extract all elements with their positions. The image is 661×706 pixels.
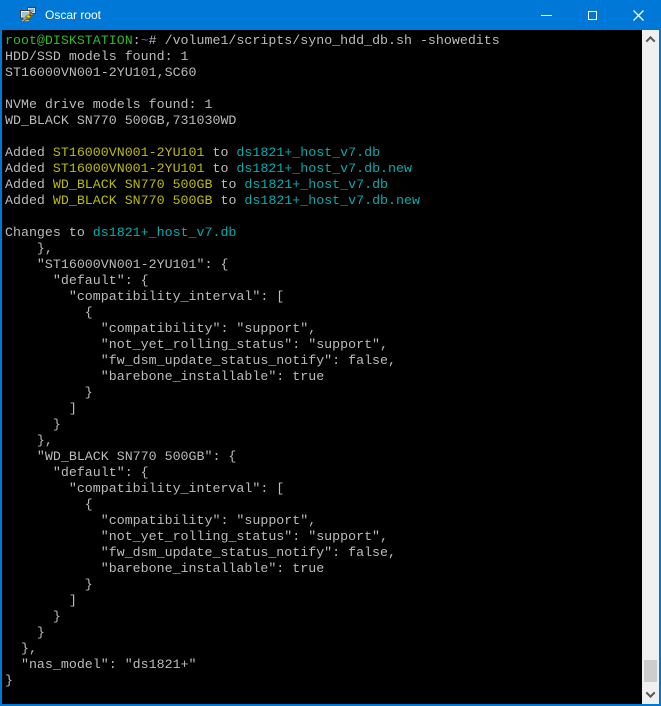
window-title: Oscar root xyxy=(45,8,523,22)
scroll-down-button[interactable] xyxy=(642,686,659,703)
terminal-line: }, xyxy=(5,641,642,657)
scrollbar-thumb[interactable] xyxy=(644,660,657,682)
scroll-up-button[interactable] xyxy=(642,31,659,48)
putty-app-icon[interactable] xyxy=(20,7,36,23)
terminal-line: "barebone_installable": true xyxy=(5,561,642,577)
terminal-line: Added ST16000VN001-2YU101 to ds1821+_hos… xyxy=(5,145,642,161)
terminal-line: } xyxy=(5,577,642,593)
terminal-line xyxy=(5,81,642,97)
terminal-client-area: root@DISKSTATION:~# /volume1/scripts/syn… xyxy=(2,30,659,704)
terminal-line: "compatibility_interval": [ xyxy=(5,481,642,497)
vertical-scrollbar[interactable] xyxy=(642,30,659,704)
terminal-line: "not_yet_rolling_status": "support", xyxy=(5,529,642,545)
terminal-line: "ST16000VN001-2YU101": { xyxy=(5,257,642,273)
terminal-line: "compatibility": "support", xyxy=(5,513,642,529)
terminal-line: "fw_dsm_update_status_notify": false, xyxy=(5,353,642,369)
terminal-line: "barebone_installable": true xyxy=(5,369,642,385)
terminal-line: } xyxy=(5,385,642,401)
terminal-line: }, xyxy=(5,433,642,449)
terminal-line: ] xyxy=(5,401,642,417)
terminal-line: "default": { xyxy=(5,273,642,289)
terminal-line xyxy=(5,129,642,145)
title-bar[interactable]: Oscar root xyxy=(0,0,661,30)
window-controls xyxy=(523,0,661,30)
terminal-line: "compatibility": "support", xyxy=(5,321,642,337)
terminal-line: "default": { xyxy=(5,465,642,481)
terminal-line: HDD/SSD models found: 1 xyxy=(5,49,642,65)
chevron-up-icon xyxy=(646,36,656,46)
terminal-line: NVMe drive models found: 1 xyxy=(5,97,642,113)
terminal-line: } xyxy=(5,673,642,689)
terminal-line: ] xyxy=(5,593,642,609)
terminal-line: Added ST16000VN001-2YU101 to ds1821+_hos… xyxy=(5,161,642,177)
terminal-line: ST16000VN001-2YU101,SC60 xyxy=(5,65,642,81)
terminal-line: Added WD_BLACK SN770 500GB to ds1821+_ho… xyxy=(5,193,642,209)
terminal-line: "fw_dsm_update_status_notify": false, xyxy=(5,545,642,561)
terminal-line: Changes to ds1821+_host_v7.db xyxy=(5,225,642,241)
maximize-button[interactable] xyxy=(569,0,615,30)
terminal-line: "compatibility_interval": [ xyxy=(5,289,642,305)
putty-window: Oscar root root@DISKSTATION:~# /volume1/… xyxy=(0,0,661,706)
terminal-line xyxy=(5,209,642,225)
terminal-line: } xyxy=(5,609,642,625)
minimize-icon xyxy=(541,15,552,16)
minimize-button[interactable] xyxy=(523,0,569,30)
terminal-line: "WD_BLACK SN770 500GB": { xyxy=(5,449,642,465)
terminal-line: root@DISKSTATION:~# /volume1/scripts/syn… xyxy=(5,33,642,49)
maximize-icon xyxy=(588,11,597,20)
terminal-line: Added WD_BLACK SN770 500GB to ds1821+_ho… xyxy=(5,177,642,193)
close-icon xyxy=(633,10,644,21)
terminal-line: } xyxy=(5,625,642,641)
terminal-line: WD_BLACK SN770 500GB,731030WD xyxy=(5,113,642,129)
chevron-down-icon xyxy=(646,688,656,698)
terminal-line: } xyxy=(5,417,642,433)
terminal-output: root@DISKSTATION:~# /volume1/scripts/syn… xyxy=(5,33,642,689)
terminal-line: "not_yet_rolling_status": "support", xyxy=(5,337,642,353)
terminal-line: { xyxy=(5,497,642,513)
terminal-line: "nas_model": "ds1821+" xyxy=(5,657,642,673)
close-button[interactable] xyxy=(615,0,661,30)
terminal-line: { xyxy=(5,305,642,321)
terminal-screen[interactable]: root@DISKSTATION:~# /volume1/scripts/syn… xyxy=(2,30,642,704)
terminal-line: }, xyxy=(5,241,642,257)
